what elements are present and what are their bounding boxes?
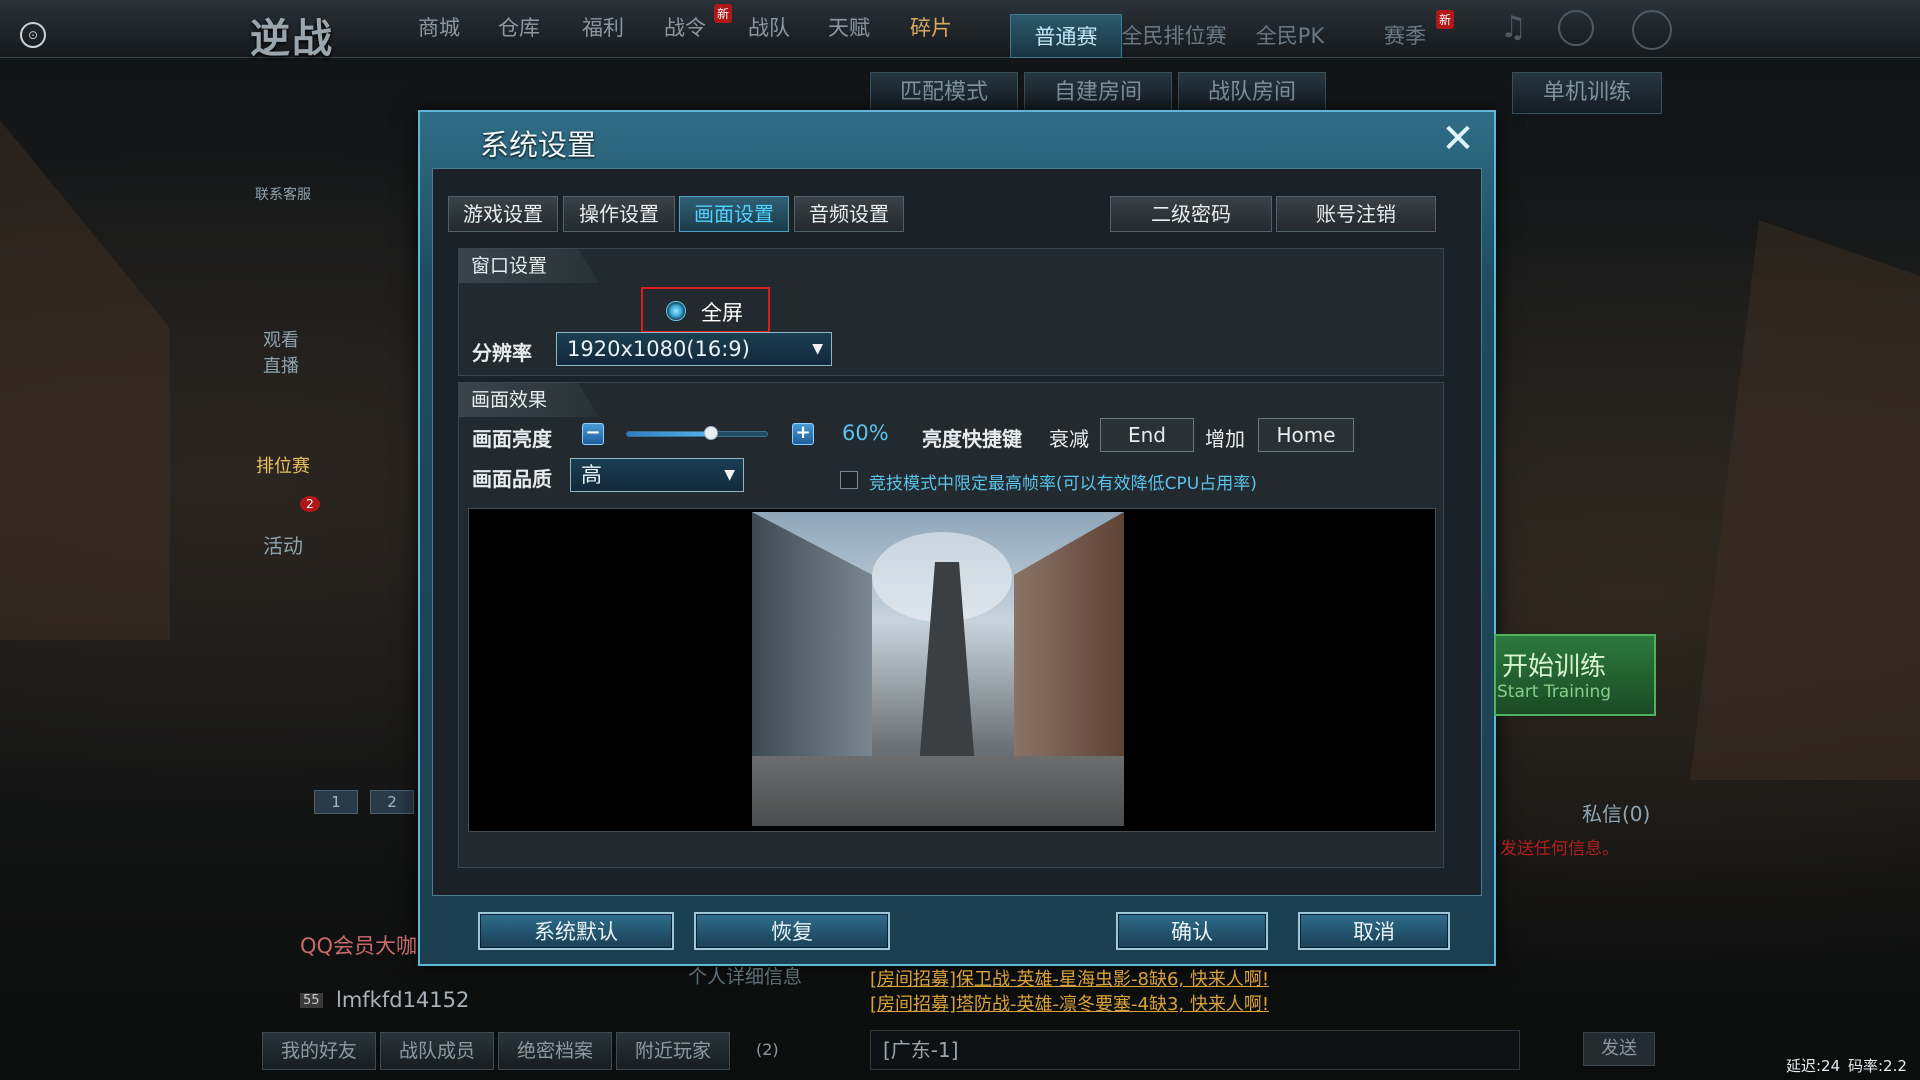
- mode-tab-pk[interactable]: 全民PK: [1240, 14, 1340, 58]
- decrease-key-field[interactable]: End: [1100, 418, 1194, 452]
- new-badge: 新: [1436, 10, 1455, 29]
- quality-label: 画面品质: [472, 467, 552, 491]
- user-level-badge: 55: [300, 993, 323, 1008]
- nav-talent[interactable]: 天赋: [828, 12, 870, 42]
- quality-select[interactable]: 高 ▼: [570, 458, 744, 492]
- quality-value: 高: [581, 463, 602, 487]
- music-icon[interactable]: ♫: [1500, 10, 1536, 46]
- fps-limit-label[interactable]: 竞技模式中限定最高帧率(可以有效降低CPU占用率): [869, 469, 1257, 494]
- brightness-slider-thumb[interactable]: [704, 426, 718, 440]
- resolution-select[interactable]: 1920x1080(16:9) ▼: [556, 332, 832, 366]
- start-training-label: 开始训练: [1502, 652, 1607, 682]
- tab-game-settings[interactable]: 游戏设置: [448, 196, 558, 232]
- gear-icon[interactable]: [1558, 10, 1594, 46]
- private-messages-link[interactable]: 私信(0): [1582, 798, 1650, 827]
- ranking-button[interactable]: 排位赛: [248, 452, 318, 478]
- send-button[interactable]: 发送: [1583, 1032, 1655, 1066]
- detail-link[interactable]: 个人详细信息: [688, 962, 802, 989]
- tab-audio-settings[interactable]: 音频设置: [794, 196, 904, 232]
- start-training-sublabel: Start Training: [1497, 682, 1612, 702]
- fullscreen-label[interactable]: 全屏: [701, 297, 743, 327]
- brightness-label: 画面亮度: [472, 427, 552, 451]
- activity-count-badge: 2: [300, 496, 320, 512]
- friend-count: (2): [756, 1040, 779, 1059]
- nav-shop[interactable]: 商城: [418, 12, 460, 42]
- chat-message[interactable]: [房间招募]保卫战-英雄-星海虫影-8缺6, 快来人啊!: [870, 965, 1269, 991]
- user-name: lmfkfd14152: [336, 988, 470, 1012]
- game-logo: 逆战: [250, 15, 334, 62]
- tab-secret-files[interactable]: 绝密档案: [498, 1032, 612, 1070]
- fullscreen-radio[interactable]: [666, 301, 686, 321]
- tab-custom-room[interactable]: 自建房间: [1024, 72, 1172, 114]
- tab-nearby-players[interactable]: 附近玩家: [616, 1032, 730, 1070]
- tab-match-mode[interactable]: 匹配模式: [870, 72, 1018, 114]
- message-hint: 发送任何信息。: [1500, 839, 1619, 859]
- brightness-increase-icon[interactable]: +: [792, 423, 814, 445]
- cancel-button[interactable]: 取消: [1298, 912, 1450, 950]
- menu-icon[interactable]: ⊙: [20, 22, 46, 48]
- tab-my-friends[interactable]: 我的好友: [262, 1032, 376, 1070]
- resolution-value: 1920x1080(16:9): [567, 337, 750, 361]
- activity-button[interactable]: 活动: [248, 530, 318, 559]
- chat-message[interactable]: [房间招募]塔防战-英雄-凛冬要塞-4缺3, 快来人啊!: [870, 990, 1269, 1016]
- account-cancel-button[interactable]: 账号注销: [1276, 196, 1436, 232]
- chevron-down-icon: ▼: [724, 467, 735, 483]
- nav-warehouse[interactable]: 仓库: [498, 12, 540, 42]
- page-1-button[interactable]: 1: [314, 790, 358, 814]
- nav-battle-pass[interactable]: 战令: [664, 12, 706, 42]
- fps-limit-checkbox[interactable]: [840, 471, 858, 489]
- restore-button[interactable]: 恢复: [694, 912, 890, 950]
- chat-input[interactable]: [广东-1]: [870, 1030, 1520, 1070]
- new-badge: 新: [714, 4, 733, 23]
- resolution-label: 分辨率: [472, 341, 532, 365]
- nav-welfare[interactable]: 福利: [582, 12, 624, 42]
- hotkey-label: 亮度快捷键: [922, 427, 1022, 451]
- decrease-label: 衰减: [1049, 427, 1089, 451]
- dialog-title: 系统设置: [480, 128, 597, 162]
- watch-live-button[interactable]: 观看直播: [258, 326, 304, 378]
- brightness-slider-fill: [627, 432, 711, 436]
- nav-team[interactable]: 战队: [748, 12, 790, 42]
- brightness-slider[interactable]: [626, 426, 768, 440]
- qq-member-label: QQ会员大咖: [300, 934, 418, 958]
- page-2-button[interactable]: 2: [370, 790, 414, 814]
- close-icon[interactable]: ✕: [1438, 119, 1478, 160]
- bitrate-readout: 码率:2.2: [1848, 1057, 1907, 1075]
- preview-image: [752, 512, 1124, 826]
- chevron-down-icon: ▼: [812, 341, 823, 357]
- latency-readout: 延迟:24: [1786, 1057, 1841, 1075]
- section-header: 窗口设置: [459, 249, 599, 283]
- section-header: 画面效果: [459, 383, 599, 417]
- tab-team-room[interactable]: 战队房间: [1178, 72, 1326, 114]
- mode-tab-ranked[interactable]: 全民排位赛: [1108, 14, 1240, 58]
- secondary-password-button[interactable]: 二级密码: [1110, 196, 1272, 232]
- nav-fragments[interactable]: 碎片: [910, 12, 952, 42]
- brightness-percent: 60%: [842, 421, 889, 445]
- increase-label: 增加: [1205, 427, 1245, 451]
- tab-control-settings[interactable]: 操作设置: [563, 196, 675, 232]
- brightness-decrease-icon[interactable]: −: [582, 423, 604, 445]
- system-default-button[interactable]: 系统默认: [478, 912, 674, 950]
- tab-display-settings[interactable]: 画面设置: [679, 196, 789, 232]
- mode-tab-season[interactable]: 赛季: [1365, 14, 1445, 58]
- mode-tab-normal[interactable]: 普通赛: [1010, 14, 1122, 58]
- tab-team-members[interactable]: 战队成员: [380, 1032, 494, 1070]
- tab-single-training[interactable]: 单机训练: [1512, 72, 1662, 114]
- power-icon[interactable]: [1632, 10, 1672, 50]
- customer-service-button[interactable]: 联系客服: [248, 184, 318, 204]
- confirm-button[interactable]: 确认: [1116, 912, 1268, 950]
- increase-key-field[interactable]: Home: [1258, 418, 1354, 452]
